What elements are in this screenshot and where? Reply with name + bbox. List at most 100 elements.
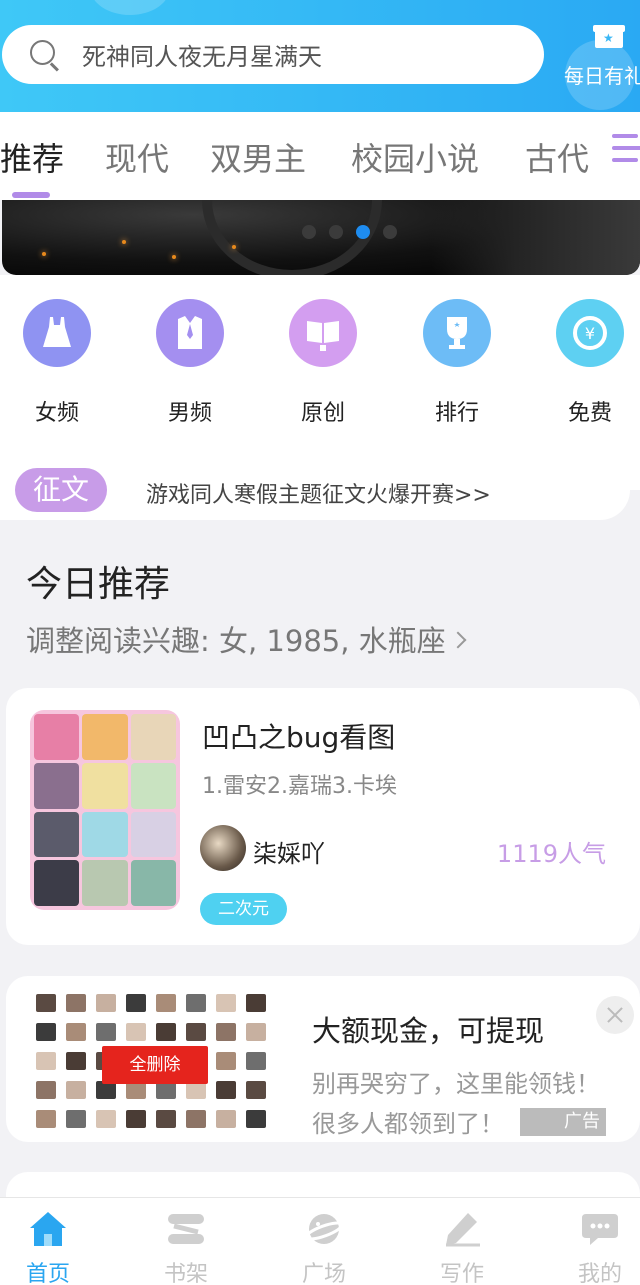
ad-photo-thumb — [186, 1110, 206, 1128]
tab-modern[interactable]: 现代 — [105, 134, 169, 180]
search-bar[interactable]: 死神同人夜无月星满天 — [2, 25, 544, 84]
ad-photo-thumb — [36, 1110, 56, 1128]
ad-photo-thumb — [216, 994, 236, 1012]
tab-bl[interactable]: 双男主 — [210, 134, 306, 180]
banner-dot-active[interactable] — [356, 225, 370, 239]
ad-photo-thumb — [186, 994, 206, 1012]
ad-photo-thumb — [156, 1023, 176, 1041]
tab-recommend[interactable]: 推荐 — [0, 134, 64, 180]
nav-home[interactable]: 首页 — [8, 1210, 88, 1285]
tab-menu-icon[interactable] — [612, 134, 640, 168]
daily-gift-button[interactable]: ★ 每日有礼 — [560, 18, 640, 98]
author-avatar[interactable] — [200, 825, 246, 871]
ad-photo-thumb — [126, 994, 146, 1012]
ad-image-button: 全删除 — [102, 1046, 208, 1084]
ad-photo-thumb — [66, 994, 86, 1012]
category-original[interactable]: 原创 — [278, 299, 368, 427]
ad-photo-thumb — [36, 1023, 56, 1041]
contest-notice[interactable]: 征文 游戏同人寒假主题征文火爆开赛>> — [0, 462, 630, 520]
ad-photo-thumb — [186, 1023, 206, 1041]
ad-photo-thumb — [36, 1052, 56, 1070]
banner-light — [122, 240, 126, 244]
ad-photo-thumb — [66, 1052, 86, 1070]
decor-bubble — [90, 0, 170, 15]
ad-photo-thumb — [246, 1023, 266, 1041]
category-label: 男频 — [167, 401, 212, 426]
nav-label: 广场 — [301, 1262, 346, 1285]
book-description: 1.雷安2.嘉瑞3.卡埃 — [202, 774, 397, 799]
ad-card[interactable]: 全删除 大额现金，可提现 别再哭穷了，这里能领钱！很多人都领到了！ 广告 — [6, 976, 640, 1142]
tab-campus[interactable]: 校园小说 — [351, 134, 479, 180]
ad-label: 广告 — [520, 1108, 606, 1136]
ad-photo-thumb — [66, 1081, 86, 1099]
ad-photo-thumb — [216, 1081, 236, 1099]
open-book-icon — [289, 299, 357, 367]
banner-pagination — [302, 225, 397, 239]
ad-photo-thumb — [216, 1052, 236, 1070]
close-icon[interactable] — [596, 996, 634, 1034]
ad-photo-thumb — [216, 1023, 236, 1041]
ad-title: 大额现金，可提现 — [312, 1014, 545, 1048]
shirt-icon — [156, 299, 224, 367]
banner-dot[interactable] — [383, 225, 397, 239]
yuan-coin-icon: ¥ — [556, 299, 624, 367]
home-icon — [28, 1210, 68, 1248]
daily-gift-label: 每日有礼 — [564, 64, 640, 88]
search-icon — [30, 39, 60, 71]
gift-icon: ★ — [593, 20, 625, 48]
ad-photo-thumb — [96, 1110, 116, 1128]
category-label: 排行 — [434, 401, 479, 426]
trophy-icon — [423, 299, 491, 367]
search-placeholder: 死神同人夜无月星满天 — [82, 43, 322, 71]
nav-write[interactable]: 写作 — [422, 1210, 502, 1285]
reading-interest-link[interactable]: 调整阅读兴趣: 女, 1985, 水瓶座 — [26, 618, 467, 660]
book-title: 凹凸之bug看图 — [202, 721, 396, 754]
banner-light — [172, 255, 176, 259]
banner-figure — [432, 200, 640, 275]
category-ranking[interactable]: 排行 — [412, 299, 502, 427]
banner-light — [232, 245, 236, 249]
book-card[interactable]: 凹凸之bug看图 1.雷安2.嘉瑞3.卡埃 柒婇吖 1119人气 二次元 — [6, 688, 640, 945]
chat-bubble-icon — [580, 1210, 620, 1248]
header-bar: 死神同人夜无月星满天 ★ 每日有礼 — [0, 0, 640, 112]
ad-photo-thumb — [246, 1052, 266, 1070]
nav-label: 书架 — [163, 1262, 208, 1285]
category-shortcuts: 女频 男频 原创 排行 ¥ 免费 — [0, 275, 640, 490]
banner-dot[interactable] — [329, 225, 343, 239]
planet-icon — [304, 1210, 344, 1248]
nav-label: 首页 — [25, 1262, 70, 1285]
notice-text: 游戏同人寒假主题征文火爆开赛>> — [146, 483, 491, 508]
nav-bookshelf[interactable]: 书架 — [146, 1210, 226, 1285]
reading-interest-text: 调整阅读兴趣: 女, 1985, 水瓶座 — [26, 624, 446, 658]
bottom-nav: 首页 书架 广场 写作 我的 — [0, 1197, 640, 1285]
ad-photo-thumb — [126, 1110, 146, 1128]
category-free[interactable]: ¥ 免费 — [545, 299, 635, 427]
ad-photo-thumb — [36, 994, 56, 1012]
nav-plaza[interactable]: 广场 — [284, 1210, 364, 1285]
author-name[interactable]: 柒婇吖 — [253, 834, 325, 869]
ad-photo-thumb — [246, 1081, 266, 1099]
banner-light — [42, 252, 46, 256]
ad-photo-thumb — [156, 994, 176, 1012]
category-male[interactable]: 男频 — [145, 299, 235, 427]
tab-ancient[interactable]: 古代 — [525, 134, 589, 180]
active-tab-indicator — [12, 192, 50, 198]
popularity-count: 1119人气 — [496, 840, 606, 868]
nav-label: 写作 — [439, 1262, 484, 1285]
bookshelf-icon — [166, 1210, 206, 1248]
banner-dot[interactable] — [302, 225, 316, 239]
section-title: 今日推荐 — [26, 564, 171, 605]
ad-photo-thumb — [96, 1023, 116, 1041]
category-label: 女频 — [34, 401, 79, 426]
ad-photo-thumb — [66, 1110, 86, 1128]
ad-photo-thumb — [36, 1081, 56, 1099]
promo-banner[interactable] — [2, 200, 640, 275]
category-label: 原创 — [300, 401, 345, 426]
genre-tag[interactable]: 二次元 — [200, 893, 287, 925]
ad-photo-thumb — [246, 994, 266, 1012]
category-female[interactable]: 女频 — [12, 299, 102, 427]
ad-photo-thumb — [156, 1110, 176, 1128]
nav-mine[interactable]: 我的 — [560, 1210, 640, 1285]
pencil-icon — [442, 1210, 482, 1248]
dress-icon — [23, 299, 91, 367]
